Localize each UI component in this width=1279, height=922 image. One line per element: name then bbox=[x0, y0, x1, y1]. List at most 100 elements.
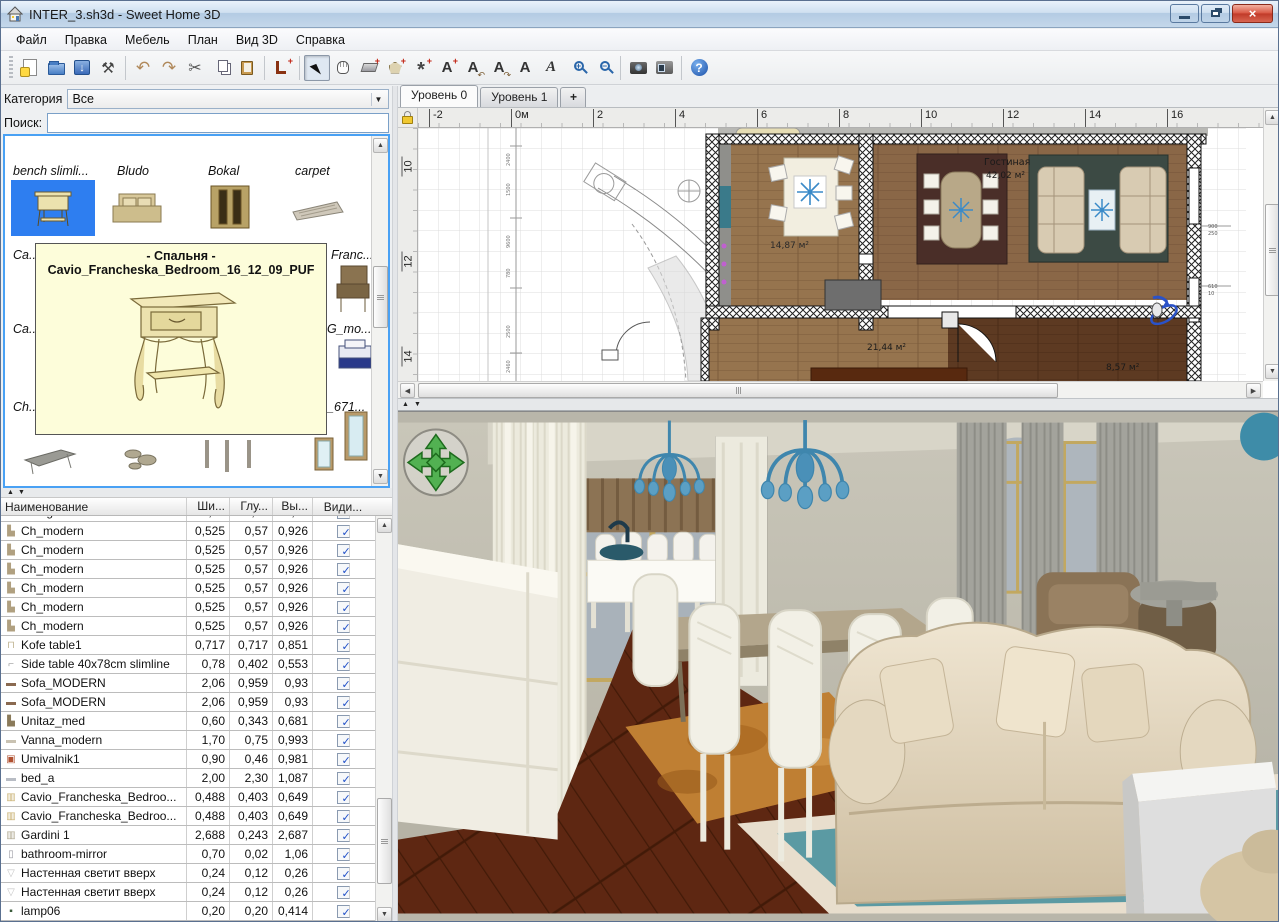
visible-checkbox[interactable]: ✓ bbox=[337, 601, 350, 614]
catalog-thumb[interactable] bbox=[197, 438, 267, 474]
visible-checkbox[interactable]: ✓ bbox=[337, 544, 350, 557]
add-level-tab[interactable]: + bbox=[560, 87, 586, 107]
living-area-label[interactable]: 42,02 м² bbox=[986, 171, 1025, 181]
catalog-scrollbar[interactable]: ▲ ▼ bbox=[371, 136, 388, 486]
open-button[interactable] bbox=[43, 55, 69, 81]
living-sofa-set[interactable] bbox=[1029, 155, 1168, 262]
menu-furniture[interactable]: Мебель bbox=[116, 31, 179, 49]
furniture-list-header[interactable]: Наименование Ши... Глу... Вы... Види... bbox=[1, 498, 392, 516]
zoom-out-button[interactable]: − bbox=[590, 55, 616, 81]
plan-3d-splitter[interactable]: ▲▼ bbox=[398, 398, 1279, 411]
scroll-down-icon[interactable]: ▼ bbox=[1265, 364, 1279, 379]
close-button[interactable]: × bbox=[1232, 4, 1273, 23]
undo-button[interactable]: ↶ bbox=[130, 55, 156, 81]
toolbar-grip[interactable] bbox=[9, 56, 13, 80]
visible-checkbox[interactable]: ✓ bbox=[337, 734, 350, 747]
scrollbar-thumb[interactable] bbox=[418, 383, 1058, 398]
hall-area-label[interactable]: 21,44 м² bbox=[867, 343, 906, 353]
catalog-thumb-bludo[interactable] bbox=[105, 186, 169, 232]
table-row[interactable]: ▥Gardini 12,6880,2432,687✓ bbox=[1, 826, 392, 845]
scroll-down-icon[interactable]: ▼ bbox=[377, 907, 392, 922]
table-row[interactable]: ▙Ch_modern0,5250,570,926✓ bbox=[1, 522, 392, 541]
3d-view[interactable] bbox=[398, 411, 1279, 922]
visible-checkbox[interactable]: ✓ bbox=[337, 563, 350, 576]
visible-checkbox[interactable]: ✓ bbox=[337, 810, 350, 823]
cut-button[interactable]: ✂ bbox=[182, 55, 208, 81]
visible-checkbox[interactable]: ✓ bbox=[337, 677, 350, 690]
minimize-button[interactable] bbox=[1170, 4, 1199, 23]
scroll-up-icon[interactable]: ▲ bbox=[377, 518, 392, 533]
visible-checkbox[interactable]: ✓ bbox=[337, 772, 350, 785]
ruler-lock[interactable] bbox=[398, 108, 418, 128]
help-button[interactable]: ? bbox=[686, 55, 712, 81]
scroll-up-icon[interactable]: ▲ bbox=[373, 138, 388, 153]
catalog-thumb-carpet[interactable] bbox=[285, 188, 349, 228]
furniture-catalog[interactable]: bench slimli... Bludo Bokal carpet Ca...… bbox=[3, 134, 390, 488]
menu-plan[interactable]: План bbox=[179, 31, 227, 49]
catalog-item-label[interactable]: G_mo... bbox=[327, 322, 371, 336]
create-video-button[interactable] bbox=[651, 55, 677, 81]
3d-navigation-control[interactable] bbox=[404, 430, 468, 496]
column-depth[interactable]: Глу... bbox=[230, 498, 273, 515]
column-name[interactable]: Наименование bbox=[1, 498, 187, 515]
pan-tool-button[interactable] bbox=[330, 55, 356, 81]
scrollbar-thumb[interactable] bbox=[1265, 204, 1279, 296]
visible-checkbox[interactable]: ✓ bbox=[337, 848, 350, 861]
table-row[interactable]: ▪lamp060,200,200,414✓ bbox=[1, 902, 392, 921]
select-tool-button[interactable] bbox=[304, 55, 330, 81]
visible-checkbox[interactable]: ✓ bbox=[337, 525, 350, 538]
table-scrollbar[interactable]: ▲ ▼ bbox=[375, 516, 392, 922]
table-row[interactable]: ▣Umivalnik10,900,460,981✓ bbox=[1, 750, 392, 769]
column-height[interactable]: Вы... bbox=[273, 498, 313, 515]
visible-checkbox[interactable]: ✓ bbox=[337, 639, 350, 652]
visible-checkbox[interactable]: ✓ bbox=[337, 658, 350, 671]
gray-block[interactable] bbox=[825, 280, 881, 310]
table-row[interactable]: ▙Ch_modern0,5250,570,926✓ bbox=[1, 617, 392, 636]
table-row[interactable]: ▽Настенная светит вверх0,240,120,26✓ bbox=[1, 864, 392, 883]
visible-checkbox[interactable]: ✓ bbox=[337, 829, 350, 842]
catalog-thumb[interactable] bbox=[121, 444, 165, 474]
visible-checkbox[interactable]: ✓ bbox=[337, 905, 350, 918]
create-dimensions-button[interactable]: *+ bbox=[408, 55, 434, 81]
hall-cabinet[interactable] bbox=[811, 368, 967, 381]
table-row[interactable]: ▽Настенная светит вверх0,240,120,26✓ bbox=[1, 883, 392, 902]
restore-button[interactable] bbox=[1201, 4, 1230, 23]
create-rooms-button[interactable]: + bbox=[382, 55, 408, 81]
scroll-right-icon[interactable]: ▶ bbox=[1246, 383, 1261, 398]
titlebar[interactable]: INTER_3.sh3d - Sweet Home 3D × bbox=[1, 1, 1278, 28]
visible-checkbox[interactable]: ✓ bbox=[337, 867, 350, 880]
table-row[interactable]: ⊓Kofe table10,7170,7170,851✓ bbox=[1, 636, 392, 655]
decrease-text-size-button[interactable]: A↶ bbox=[460, 55, 486, 81]
table-row[interactable]: ▙Ch_modern0,5250,570,926✓ bbox=[1, 579, 392, 598]
catalog-item-selected[interactable] bbox=[11, 180, 95, 236]
visible-checkbox[interactable]: ✓ bbox=[337, 715, 350, 728]
plan-horizontal-scrollbar[interactable]: ◀ ▶ bbox=[398, 381, 1263, 398]
visible-checkbox[interactable]: ✓ bbox=[337, 516, 350, 519]
table-row[interactable]: ▙Ch_modern0,5250,570,926✓ bbox=[1, 560, 392, 579]
category-select[interactable]: Все ▼ bbox=[67, 89, 389, 109]
increase-text-size-button[interactable]: A↷ bbox=[486, 55, 512, 81]
catalog-thumb-bokal[interactable] bbox=[197, 182, 261, 232]
catalog-table-splitter[interactable]: ▲▼ bbox=[1, 488, 392, 497]
scroll-up-icon[interactable]: ▲ bbox=[1265, 110, 1279, 125]
table-row[interactable]: ▙Ch_modern0,5250,570,926✓ bbox=[1, 598, 392, 617]
catalog-item-label[interactable]: carpet bbox=[295, 164, 330, 178]
menu-file[interactable]: Файл bbox=[7, 31, 56, 49]
kitchen-area-label[interactable]: 14,87 м² bbox=[770, 241, 809, 251]
add-text-button[interactable]: A+ bbox=[434, 55, 460, 81]
visible-checkbox[interactable]: ✓ bbox=[337, 886, 350, 899]
save-button[interactable]: ↓ bbox=[69, 55, 95, 81]
visible-checkbox[interactable]: ✓ bbox=[337, 696, 350, 709]
catalog-item-label[interactable]: Bokal bbox=[208, 164, 239, 178]
copy-button[interactable] bbox=[208, 55, 234, 81]
search-input[interactable] bbox=[47, 113, 389, 133]
visible-checkbox[interactable]: ✓ bbox=[337, 582, 350, 595]
table-row[interactable]: ▬Sofa_MODERN2,060,9590,93✓ bbox=[1, 674, 392, 693]
catalog-item-label[interactable]: Franc... bbox=[331, 248, 373, 262]
table-row[interactable]: ▯bathroom-mirror0,700,021,06✓ bbox=[1, 845, 392, 864]
table-row[interactable]: ▬Vanna_modern1,700,750,993✓ bbox=[1, 731, 392, 750]
scroll-down-icon[interactable]: ▼ bbox=[373, 469, 388, 484]
italic-button[interactable]: A bbox=[538, 55, 564, 81]
table-row[interactable]: ▙Unitaz_med0,600,3430,681✓ bbox=[1, 712, 392, 731]
plan-vertical-scrollbar[interactable]: ▲ ▼ bbox=[1263, 108, 1279, 381]
